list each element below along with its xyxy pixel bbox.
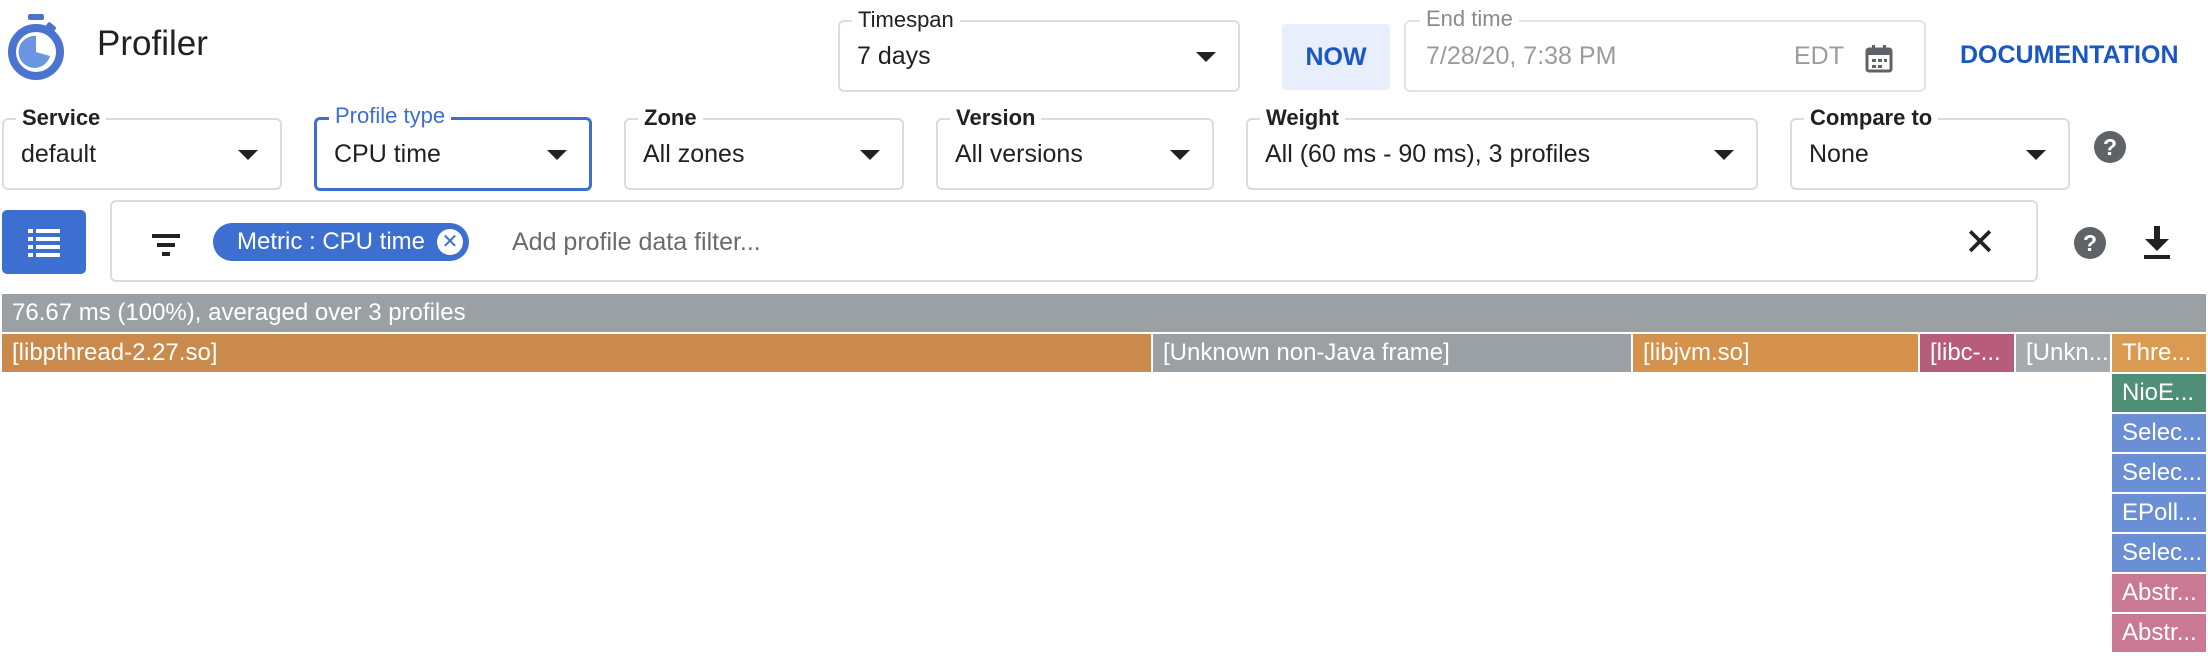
help-icon[interactable]: ? bbox=[2094, 131, 2126, 163]
documentation-link[interactable]: DOCUMENTATION bbox=[1960, 38, 2179, 72]
flame-frame[interactable]: EPoll... bbox=[2112, 494, 2208, 532]
flame-row-1: [libpthread-2.27.so] [Unknown non-Java f… bbox=[0, 334, 2208, 372]
chip-remove-icon[interactable]: ✕ bbox=[437, 229, 464, 255]
list-icon bbox=[28, 229, 60, 257]
service-value: default bbox=[21, 139, 97, 168]
weight-select[interactable]: Weight All (60 ms - 90 ms), 3 profiles bbox=[1246, 106, 1758, 190]
flame-root-row: 76.67 ms (100%), averaged over 3 profile… bbox=[0, 294, 2208, 332]
flame-frame[interactable]: [libpthread-2.27.so] bbox=[2, 334, 1153, 372]
profile-type-select[interactable]: Profile type CPU time bbox=[314, 104, 592, 191]
version-value: All versions bbox=[955, 139, 1083, 168]
compare-to-select[interactable]: Compare to None bbox=[1790, 106, 2070, 190]
profile-filter-bar[interactable]: Metric : CPU time ✕ ✕ bbox=[110, 200, 2038, 282]
chevron-down-icon bbox=[1196, 52, 1216, 62]
timespan-value: 7 days bbox=[857, 41, 931, 70]
flame-frame[interactable]: [Unknown non-Java frame] bbox=[1153, 334, 1633, 372]
timezone-label: EDT bbox=[1794, 41, 1844, 70]
app-title: Profiler bbox=[97, 24, 208, 63]
chevron-down-icon bbox=[1714, 150, 1734, 160]
flame-frame[interactable]: Selec... bbox=[2112, 454, 2208, 492]
flame-root-frame[interactable]: 76.67 ms (100%), averaged over 3 profile… bbox=[2, 294, 2208, 332]
profile-type-value: CPU time bbox=[334, 139, 441, 168]
flame-frame[interactable]: [libjvm.so] bbox=[1633, 334, 1920, 372]
chevron-down-icon bbox=[238, 150, 258, 160]
flame-frame[interactable]: Abstr... bbox=[2112, 614, 2208, 652]
chevron-down-icon bbox=[1170, 150, 1190, 160]
filter-help-icon[interactable]: ? bbox=[2074, 227, 2106, 259]
list-view-button[interactable] bbox=[2, 210, 86, 274]
flame-frame[interactable]: Selec... bbox=[2112, 414, 2208, 452]
flame-frame[interactable]: [libc-... bbox=[1920, 334, 2016, 372]
compare-to-value: None bbox=[1809, 139, 1869, 168]
service-select[interactable]: Service default bbox=[2, 106, 282, 190]
download-icon[interactable] bbox=[2142, 226, 2172, 260]
chevron-down-icon bbox=[2026, 150, 2046, 160]
timespan-select[interactable]: Timespan 7 days bbox=[838, 8, 1240, 92]
zone-select[interactable]: Zone All zones bbox=[624, 106, 904, 190]
zone-value: All zones bbox=[643, 139, 745, 168]
flame-frame[interactable]: Abstr... bbox=[2112, 574, 2208, 612]
flame-frame[interactable]: Thre... bbox=[2112, 334, 2208, 372]
metric-filter-chip[interactable]: Metric : CPU time ✕ bbox=[213, 223, 470, 261]
calendar-icon[interactable] bbox=[1864, 43, 1894, 73]
flame-frame[interactable]: Selec... bbox=[2112, 534, 2208, 572]
chevron-down-icon bbox=[860, 150, 880, 160]
end-time-value: 7/28/20, 7:38 PM bbox=[1426, 41, 1617, 70]
chip-label: Metric : CPU time bbox=[237, 228, 426, 255]
weight-value: All (60 ms - 90 ms), 3 profiles bbox=[1265, 139, 1591, 168]
version-select[interactable]: Version All versions bbox=[936, 106, 1214, 190]
now-button[interactable]: NOW bbox=[1282, 24, 1390, 90]
flame-frame[interactable]: [Unkn... bbox=[2016, 334, 2112, 372]
profile-data-filter-input[interactable] bbox=[512, 220, 1912, 264]
end-time-field[interactable]: End time 7/28/20, 7:38 PM EDT bbox=[1404, 6, 1926, 92]
profiler-logo-icon bbox=[8, 14, 64, 80]
filter-icon[interactable] bbox=[152, 234, 180, 256]
flame-frame[interactable]: NioE... bbox=[2112, 374, 2208, 412]
chevron-down-icon bbox=[547, 150, 567, 160]
clear-filter-icon[interactable]: ✕ bbox=[1964, 224, 1996, 262]
